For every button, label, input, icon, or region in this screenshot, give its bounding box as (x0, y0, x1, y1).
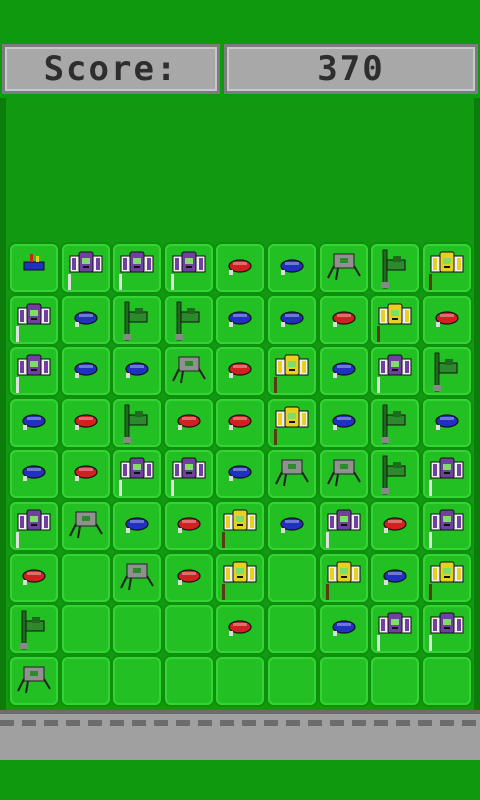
board-edge-right (474, 98, 480, 710)
board-cell[interactable] (113, 296, 161, 344)
board-cell[interactable] (10, 347, 58, 395)
board-cell[interactable] (216, 347, 264, 395)
ground-stripe (0, 720, 480, 726)
board-cell[interactable] (320, 502, 368, 550)
board-cell[interactable] (268, 296, 316, 344)
board-cell[interactable] (423, 605, 471, 653)
top-bar (0, 0, 480, 40)
board-cell[interactable] (320, 657, 368, 705)
board-cell[interactable] (216, 554, 264, 602)
board-cell[interactable] (62, 605, 110, 653)
board-cell[interactable] (165, 605, 213, 653)
board-cell[interactable] (423, 296, 471, 344)
board-cell[interactable] (113, 502, 161, 550)
board-cell[interactable] (10, 502, 58, 550)
footer-bar (0, 760, 480, 800)
board-cell[interactable] (423, 450, 471, 498)
board-cell[interactable] (371, 450, 419, 498)
board-cell[interactable] (62, 657, 110, 705)
board-cell[interactable] (113, 244, 161, 292)
board-cell[interactable] (62, 347, 110, 395)
board-cell[interactable] (371, 296, 419, 344)
board-cell[interactable] (62, 296, 110, 344)
board-cell[interactable] (10, 450, 58, 498)
board-cell[interactable] (165, 554, 213, 602)
board-cell[interactable] (371, 554, 419, 602)
board-cell[interactable] (165, 399, 213, 447)
score-label: Score: (2, 44, 220, 94)
board-cell[interactable] (62, 554, 110, 602)
board-cell[interactable] (268, 605, 316, 653)
board-cell[interactable] (320, 450, 368, 498)
board-cell[interactable] (216, 502, 264, 550)
board-cell[interactable] (216, 399, 264, 447)
board-cell[interactable] (165, 657, 213, 705)
board-cell[interactable] (320, 296, 368, 344)
board-cell[interactable] (165, 347, 213, 395)
board-cell[interactable] (371, 399, 419, 447)
board-cell[interactable] (216, 296, 264, 344)
board-cell[interactable] (10, 554, 58, 602)
board-cell[interactable] (113, 399, 161, 447)
board-cell[interactable] (423, 502, 471, 550)
board-cell[interactable] (423, 554, 471, 602)
board-cell[interactable] (10, 296, 58, 344)
board-cell[interactable] (165, 502, 213, 550)
score-value: 370 (224, 44, 478, 94)
board-cell[interactable] (113, 347, 161, 395)
board-cell[interactable] (113, 554, 161, 602)
board-cell[interactable] (268, 450, 316, 498)
board-cell[interactable] (268, 502, 316, 550)
board-cell[interactable] (371, 244, 419, 292)
board-cell[interactable] (371, 502, 419, 550)
board-cell[interactable] (268, 554, 316, 602)
board-cell[interactable] (320, 244, 368, 292)
board-cell[interactable] (10, 399, 58, 447)
board-cell[interactable] (320, 399, 368, 447)
board-cell[interactable] (113, 605, 161, 653)
board-cell[interactable] (320, 554, 368, 602)
board-cell[interactable] (216, 244, 264, 292)
board-cell[interactable] (216, 605, 264, 653)
board-cell[interactable] (62, 502, 110, 550)
board-cell[interactable] (165, 296, 213, 344)
board-cell[interactable] (423, 347, 471, 395)
board-cell[interactable] (113, 657, 161, 705)
board-cell[interactable] (268, 657, 316, 705)
board-cell[interactable] (62, 450, 110, 498)
board-cell[interactable] (423, 244, 471, 292)
board-cell[interactable] (268, 244, 316, 292)
board-cell[interactable] (10, 657, 58, 705)
board-cell[interactable] (320, 347, 368, 395)
board-cell[interactable] (62, 244, 110, 292)
board-cell[interactable] (10, 605, 58, 653)
board-cell[interactable] (113, 450, 161, 498)
board-cell[interactable] (423, 399, 471, 447)
board-cell[interactable] (165, 450, 213, 498)
board-cell[interactable] (268, 399, 316, 447)
board-cell[interactable] (371, 605, 419, 653)
ground-strip (0, 710, 480, 760)
board-cell[interactable] (268, 347, 316, 395)
board-cell[interactable] (371, 657, 419, 705)
board-cell[interactable] (216, 657, 264, 705)
board-cell[interactable] (320, 605, 368, 653)
board-cell[interactable] (371, 347, 419, 395)
board-cell[interactable] (10, 244, 58, 292)
board-cell[interactable] (423, 657, 471, 705)
board-cell[interactable] (216, 450, 264, 498)
board-cell[interactable] (62, 399, 110, 447)
board-cell[interactable] (165, 244, 213, 292)
board-edge-left (0, 98, 6, 710)
